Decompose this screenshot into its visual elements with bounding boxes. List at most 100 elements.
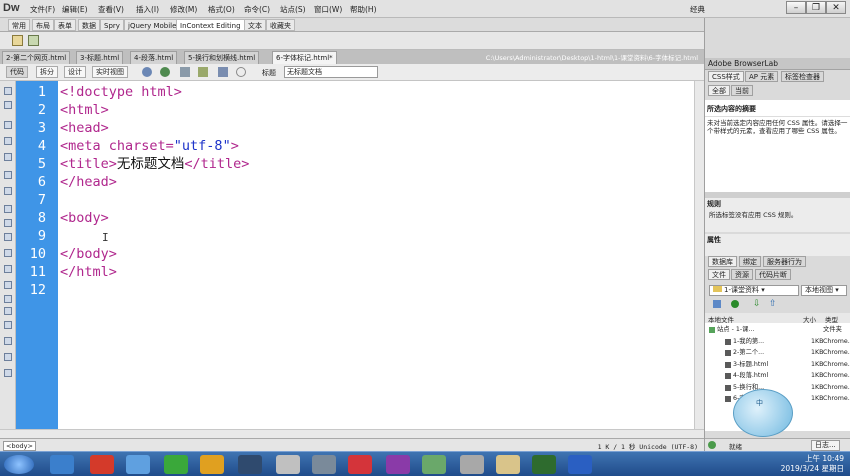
css-panel-tab[interactable]: AP 元素 [745,71,779,82]
files-panel-tab[interactable]: 资源 [731,269,753,280]
coding-tool-icon[interactable] [4,265,12,273]
coding-tool-icon[interactable] [4,353,12,361]
taskbar-app-icon[interactable] [422,455,446,474]
document-tab[interactable]: 3-标题.html [76,51,124,64]
wechat-icon[interactable] [164,455,188,474]
onenote-icon[interactable] [386,455,410,474]
code-line[interactable]: <meta charset="utf-8"> [60,137,239,155]
coding-tool-icon[interactable] [4,205,12,213]
coding-tool-icon[interactable] [4,307,12,315]
code-line[interactable]: </head> [60,173,117,191]
menu-item[interactable]: 查看(V) [98,4,124,15]
xmind-icon[interactable] [348,455,372,474]
multiscreen-icon[interactable] [142,67,152,77]
explorer-icon[interactable] [496,455,520,474]
minimize-button[interactable]: – [786,1,806,14]
coding-tool-icon[interactable] [4,369,12,377]
view-select[interactable]: 本地视图 ▾ [801,285,847,296]
inspect-icon[interactable] [180,67,190,77]
visual-aids-icon[interactable] [218,67,228,77]
insert-category-tab[interactable]: Spry [100,19,124,31]
coding-tool-icon[interactable] [4,187,12,195]
put-files-icon[interactable]: ⇧ [769,299,777,309]
files-panel-tab[interactable]: 文件 [708,269,730,280]
chrome-icon[interactable] [200,455,224,474]
insert-icon[interactable] [12,35,23,46]
code-line[interactable]: <body> [60,209,109,227]
horizontal-scrollbar[interactable] [0,429,704,438]
view-button[interactable]: 代码 [6,66,28,78]
code-line[interactable]: </body> [60,245,117,263]
workspace-switcher[interactable]: 经典 [690,4,705,15]
title-input[interactable]: 无标题文档 [284,66,378,78]
refresh-files-icon[interactable] [731,300,739,308]
coding-tool-icon[interactable] [4,321,12,329]
coding-tool-icon[interactable] [4,219,12,227]
coding-tool-icon[interactable] [4,153,12,161]
live-code-icon[interactable] [160,67,170,77]
menu-item[interactable]: 文件(F) [30,4,55,15]
coding-tool-icon[interactable] [4,101,12,109]
css-panel-tab[interactable]: CSS样式 [708,71,744,82]
menu-item[interactable]: 命令(C) [244,4,270,15]
taskbar-app-icon[interactable] [50,455,74,474]
insert-category-tab[interactable]: InContext Editing [176,19,245,31]
db-panel-tab[interactable]: 绑定 [739,256,761,267]
view-button[interactable]: 设计 [64,66,86,78]
document-tab[interactable]: 4-段落.html [130,51,178,64]
insert-category-tab[interactable]: 数据 [78,19,100,31]
coding-tool-icon[interactable] [4,337,12,345]
taskbar-app-icon[interactable] [238,455,262,474]
document-tab[interactable]: 5-换行和划横线.html [184,51,260,64]
system-clock[interactable]: 上午 10:49 2019/3/24 星期日 [781,454,844,474]
taskbar-app-icon[interactable] [460,455,484,474]
site-select[interactable]: 1-课堂资料 ▾ [709,285,799,296]
insert-category-tab[interactable]: 文本 [244,19,266,31]
files-panel-tab[interactable]: 代码片断 [755,269,791,280]
document-tab[interactable]: 2-第二个网页.html [2,51,71,64]
insert-category-tab[interactable]: 常用 [8,19,30,31]
template-icon[interactable] [28,35,39,46]
menu-item[interactable]: 帮助(H) [350,4,377,15]
restore-button[interactable]: ❐ [806,1,826,14]
taskbar-app-icon[interactable] [312,455,336,474]
view-button[interactable]: 拆分 [36,66,58,78]
code-editor[interactable]: I <!doctype html> <html> <head> <meta chars… [58,81,694,429]
check-browser-icon[interactable] [198,67,208,77]
browserlab-panel-title[interactable]: Adobe BrowserLab [705,58,850,70]
taskbar-app-icon[interactable] [90,455,114,474]
coding-tool-icon[interactable] [4,121,12,129]
start-button[interactable] [4,455,34,474]
taskbar-app-icon[interactable] [276,455,300,474]
code-line[interactable]: <html> [60,101,109,119]
menu-item[interactable]: 站点(S) [280,4,306,15]
refresh-icon[interactable] [236,67,246,77]
css-subtab[interactable]: 当前 [731,85,753,96]
db-panel-tab[interactable]: 数据库 [708,256,737,267]
menu-item[interactable]: 格式(O) [208,4,235,15]
coding-tool-icon[interactable] [4,233,12,241]
taskbar-app-icon[interactable] [126,455,150,474]
code-line[interactable]: <head> [60,119,109,137]
dreamweaver-taskbar-icon[interactable] [532,455,556,474]
coding-tool-icon[interactable] [4,249,12,257]
connect-icon[interactable] [713,300,721,308]
css-panel-tab[interactable]: 标签检查器 [781,71,824,82]
menu-item[interactable]: 编辑(E) [62,4,88,15]
insert-category-tab[interactable]: jQuery Mobile [124,19,181,31]
tag-selector[interactable]: <body> [3,441,36,451]
menu-item[interactable]: 插入(I) [136,4,159,15]
document-tab[interactable]: 6-字体标记.html* [272,51,337,64]
vertical-scrollbar[interactable] [694,81,704,429]
view-button[interactable]: 实时视图 [92,66,128,78]
close-button[interactable]: ✕ [826,1,846,14]
css-subtab[interactable]: 全部 [708,85,730,96]
get-files-icon[interactable]: ⇩ [753,299,761,309]
insert-category-tab[interactable]: 收藏夹 [266,19,295,31]
insert-category-tab[interactable]: 布局 [32,19,54,31]
coding-tool-icon[interactable] [4,87,12,95]
menu-item[interactable]: 窗口(W) [314,4,342,15]
insert-category-tab[interactable]: 表单 [54,19,76,31]
code-line[interactable]: <title>无标题文档</title> [60,155,249,173]
word-icon[interactable] [568,455,592,474]
